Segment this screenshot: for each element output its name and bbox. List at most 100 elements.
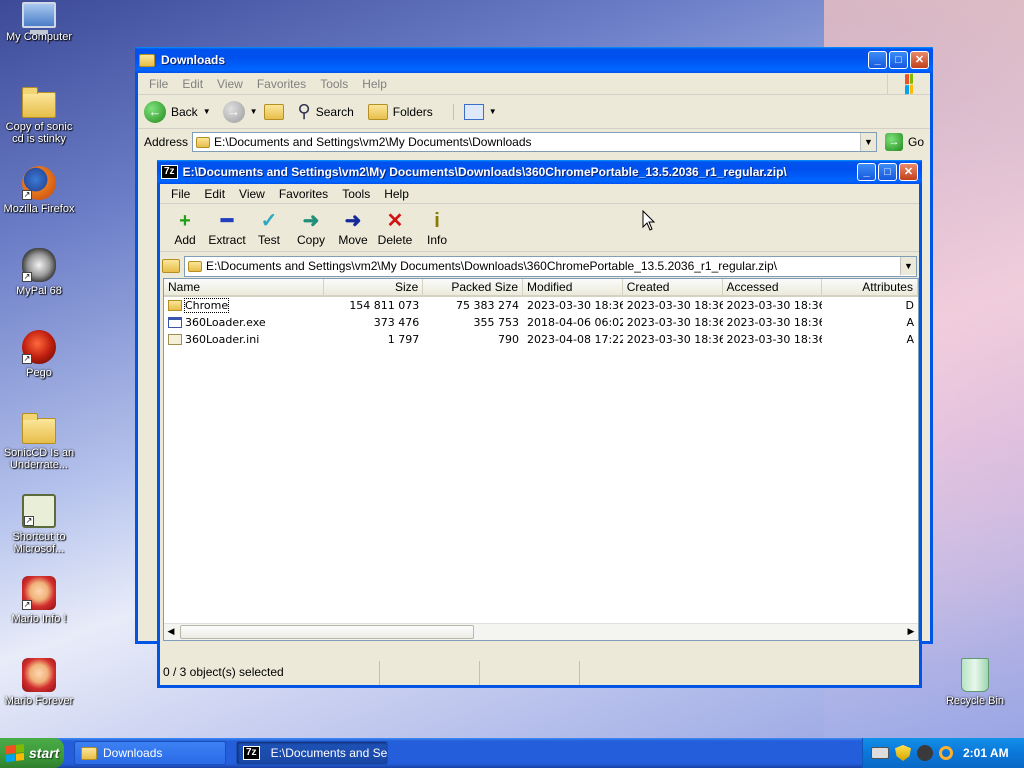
sevenzip-titlebar[interactable]: 7z E:\Documents and Settings\vm2\My Docu… [157, 160, 922, 184]
path-input[interactable]: E:\Documents and Settings\vm2\My Documen… [184, 255, 917, 277]
back-arrow-icon: ← [144, 100, 166, 123]
desktop-icon-mario-forever[interactable]: Mario Forever [0, 658, 78, 707]
cell-packed: 75 383 274 [456, 299, 520, 312]
toolbar-delete-button[interactable]: ✕ Delete [374, 209, 416, 247]
column-name[interactable]: Name [164, 279, 324, 295]
security-shield-icon[interactable] [895, 745, 911, 761]
status-bar: 0 / 3 object(s) selected [160, 661, 919, 685]
shortcut-arrow-icon: ↗ [24, 516, 34, 526]
toolbar-extract-button[interactable]: ━ Extract [206, 209, 248, 247]
table-row[interactable]: Chrome 154 811 073 75 383 274 2023-03-30 18… [164, 297, 918, 314]
maximize-button[interactable]: □ [878, 163, 897, 181]
up-folder-icon[interactable] [162, 259, 180, 273]
desktop-icon-label: Copy of sonic cd is stinky [5, 121, 73, 145]
network-icon[interactable] [917, 745, 933, 761]
toolbar-label: Info [426, 233, 447, 247]
desktop-icon-my-computer[interactable]: My Computer [0, 2, 78, 43]
address-label: Address [144, 135, 189, 149]
back-button[interactable]: ← Back ▼ [144, 100, 211, 123]
toolbar-label: Move [338, 233, 368, 247]
desktop-icon-shortcut-microsoft[interactable]: ↗ Shortcut to Microsof... [0, 494, 78, 555]
explorer-menubar: File Edit View Favorites Tools Help [138, 73, 930, 95]
column-modified[interactable]: Modified [523, 279, 623, 295]
search-label: Search [315, 104, 354, 119]
search-icon: ⚲ [297, 101, 311, 121]
desktop-icon-mypal[interactable]: ↗ MyPal 68 [0, 248, 78, 297]
go-button[interactable]: → Go [884, 133, 924, 151]
file-name: Chrome [183, 298, 230, 313]
cell-accessed: 2023-03-30 18:36 [726, 333, 823, 346]
address-input[interactable]: E:\Documents and Settings\vm2\My Documen… [192, 132, 877, 152]
menu-edit[interactable]: Edit [175, 77, 210, 91]
menu-tools[interactable]: Tools [335, 187, 377, 201]
menu-view[interactable]: View [232, 187, 272, 201]
up-folder-button[interactable] [263, 103, 284, 120]
search-tray-icon[interactable] [939, 746, 953, 760]
desktop-icon-soniccd-folder[interactable]: SonicCD Is an Underrate... [0, 412, 78, 471]
toolbar-info-button[interactable]: i Info [416, 209, 458, 247]
desktop-icon-pego[interactable]: ↗ Pego [0, 330, 78, 379]
folders-button[interactable]: Folders [367, 103, 433, 120]
scroll-left-icon[interactable]: ◀ [164, 624, 178, 640]
column-attributes[interactable]: Attributes [822, 279, 918, 295]
table-row[interactable]: 360Loader.ini 1 797 790 2023-04-08 17:22 202… [164, 331, 918, 348]
folder-icon [188, 260, 202, 272]
address-dropdown-icon[interactable]: ▼ [859, 133, 876, 151]
ini-file-icon [168, 334, 182, 345]
close-button[interactable]: ✕ [899, 163, 918, 181]
windows-flag-icon [898, 72, 920, 94]
menu-help[interactable]: Help [377, 187, 416, 201]
desktop-icon-recycle-bin[interactable]: Recycle Bin [936, 658, 1014, 707]
file-name: 360Loader.ini [185, 333, 260, 346]
menu-tools[interactable]: Tools [313, 77, 355, 91]
back-label: Back [171, 104, 198, 119]
menu-favorites[interactable]: Favorites [272, 187, 335, 201]
menu-file[interactable]: File [164, 187, 197, 201]
keyboard-icon[interactable] [871, 747, 889, 759]
views-button[interactable]: ▼ [452, 103, 497, 120]
search-button[interactable]: ⚲ Search [298, 101, 354, 122]
horizontal-scrollbar[interactable]: ◀ ▶ [164, 623, 918, 640]
toolbar-move-button[interactable]: ➜ Move [332, 209, 374, 247]
column-created[interactable]: Created [623, 279, 723, 295]
mypal-icon: ↗ [22, 248, 56, 282]
start-button[interactable]: start [0, 738, 64, 768]
explorer-titlebar[interactable]: Downloads _ □ ✕ [135, 47, 933, 73]
clock[interactable]: 2:01 AM [963, 746, 1009, 760]
menu-edit[interactable]: Edit [197, 187, 232, 201]
toolbar-add-button[interactable]: + Add [164, 209, 206, 247]
column-packed-size[interactable]: Packed Size [423, 279, 524, 295]
address-value: E:\Documents and Settings\vm2\My Documen… [214, 135, 532, 149]
menu-favorites[interactable]: Favorites [250, 77, 313, 91]
scrollbar-thumb[interactable] [180, 625, 474, 639]
scroll-right-icon[interactable]: ▶ [904, 624, 918, 640]
pego-icon: ↗ [22, 330, 56, 364]
desktop-icon-label: Mozilla Firefox [3, 203, 75, 215]
cell-modified: 2023-04-08 17:22 [527, 333, 623, 346]
table-row[interactable]: 360Loader.exe 373 476 355 753 2018-04-06 06… [164, 314, 918, 331]
exe-file-icon [168, 317, 182, 328]
minimize-button[interactable]: _ [857, 163, 876, 181]
file-list: Name Size Packed Size Modified Created A… [163, 278, 919, 641]
menu-file[interactable]: File [142, 77, 175, 91]
file-list-header: Name Size Packed Size Modified Created A… [164, 279, 918, 297]
forward-button[interactable]: → ▼ [222, 100, 258, 123]
desktop-icon-sonic-folder[interactable]: Copy of sonic cd is stinky [0, 86, 78, 145]
maximize-button[interactable]: □ [889, 51, 908, 69]
go-label: Go [907, 135, 924, 149]
taskbar-item-sevenzip[interactable]: 7z E:\Documents and Se... [236, 741, 388, 765]
menu-help[interactable]: Help [355, 77, 394, 91]
column-accessed[interactable]: Accessed [723, 279, 823, 295]
menu-view[interactable]: View [210, 77, 250, 91]
desktop-icon-mario-info[interactable]: ↗ Mario Info ! [0, 576, 78, 625]
path-dropdown-icon[interactable]: ▼ [900, 257, 916, 275]
toolbar-copy-button[interactable]: ➜ Copy [290, 209, 332, 247]
minimize-button[interactable]: _ [868, 51, 887, 69]
toolbar-test-button[interactable]: ✓ Test [248, 209, 290, 247]
taskbar-item-downloads[interactable]: Downloads [74, 741, 226, 765]
desktop-icon-firefox[interactable]: ↗ Mozilla Firefox [0, 166, 78, 215]
close-button[interactable]: ✕ [910, 51, 929, 69]
explorer-title: Downloads [161, 53, 226, 67]
column-size[interactable]: Size [324, 279, 424, 295]
firefox-icon: ↗ [22, 166, 56, 200]
